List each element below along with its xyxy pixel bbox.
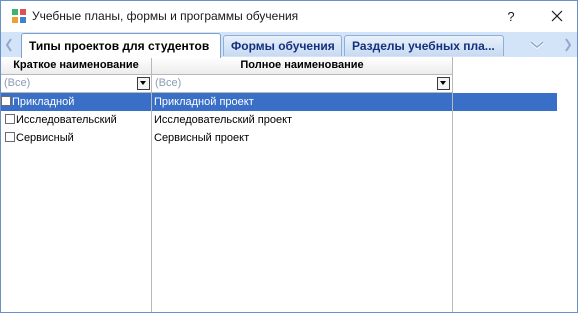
cell-full-name: Прикладной проект	[154, 96, 254, 108]
column-divider	[452, 57, 453, 312]
table-row[interactable]: Сервисный	[5, 129, 151, 147]
cell-short-name: Прикладной	[12, 96, 75, 108]
title-bar: Учебные планы, формы и программы обучени…	[1, 1, 577, 32]
window-title: Учебные планы, формы и программы обучени…	[32, 9, 299, 23]
dialog-window: Учебные планы, формы и программы обучени…	[0, 0, 578, 313]
filter-dropdown-icon[interactable]	[137, 77, 150, 90]
chevron-left-icon	[5, 38, 12, 52]
filter-value: (Все)	[155, 77, 182, 89]
filter-value: (Все)	[4, 77, 31, 89]
tab-list-button[interactable]	[527, 36, 547, 54]
filter-cell-short-name[interactable]: (Все)	[1, 75, 151, 93]
tab-study-forms[interactable]: Формы обучения	[223, 35, 342, 56]
close-icon	[551, 10, 563, 22]
chevron-down-icon	[530, 40, 544, 49]
filter-cell-full-name[interactable]: (Все)	[152, 75, 452, 93]
column-header-short-name[interactable]: Краткое наименование	[1, 57, 151, 75]
tab-project-types[interactable]: Типы проектов для студентов	[21, 33, 221, 58]
table-row[interactable]: Прикладной проект	[152, 93, 557, 111]
column-header-full-name[interactable]: Полное наименование	[152, 57, 452, 75]
row-checkbox[interactable]	[1, 96, 11, 106]
tab-strip: Типы проектов для студентов Формы обучен…	[1, 32, 577, 58]
cell-short-name: Сервисный	[16, 132, 74, 144]
table-row[interactable]: Сервисный проект	[154, 129, 454, 147]
row-checkbox[interactable]	[5, 132, 15, 142]
table-row[interactable]: Прикладной	[1, 93, 151, 111]
chevron-right-icon	[565, 38, 572, 52]
cell-short-name: Исследовательский	[16, 114, 117, 126]
tab-scroll-left-button[interactable]	[3, 36, 15, 54]
close-button[interactable]	[537, 1, 577, 32]
filter-dropdown-icon[interactable]	[437, 77, 450, 90]
row-checkbox[interactable]	[5, 114, 15, 124]
help-button[interactable]: ?	[495, 1, 527, 32]
cell-full-name: Исследовательский проект	[154, 114, 293, 126]
column-divider	[151, 57, 152, 312]
data-grid: Краткое наименование Полное наименование…	[1, 57, 577, 312]
tab-scroll-right-button[interactable]	[562, 36, 574, 54]
app-icon	[11, 8, 27, 24]
table-row[interactable]: Исследовательский проект	[154, 111, 454, 129]
cell-full-name: Сервисный проект	[154, 132, 250, 144]
table-row[interactable]: Исследовательский	[5, 111, 151, 129]
tab-curriculum-sections[interactable]: Разделы учебных пла...	[344, 35, 504, 56]
